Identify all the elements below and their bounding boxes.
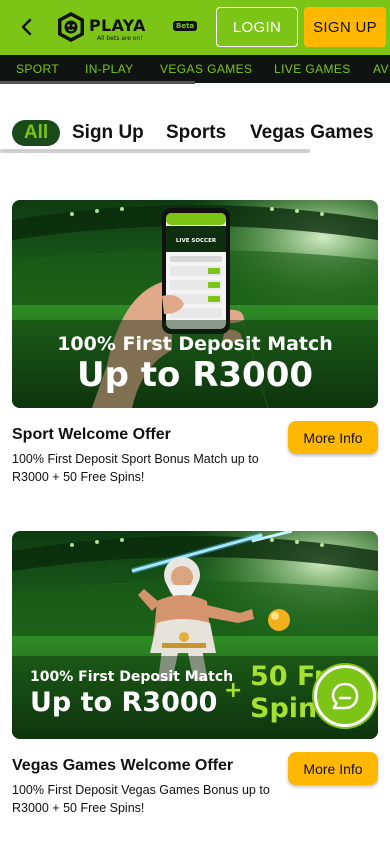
back-button[interactable] (14, 14, 40, 40)
sport-offer-banner[interactable]: LIVE SOCCER 100% First Deposit Match Up … (12, 200, 378, 408)
sport-more-info-button[interactable]: More Info (288, 421, 378, 454)
vegas-offer-title: Vegas Games Welcome Offer (12, 757, 234, 774)
phone-image: LIVE SOCCER (162, 208, 230, 334)
chat-bubble-icon (331, 682, 359, 710)
beta-badge: Beta (173, 21, 198, 31)
signup-button[interactable]: SIGN UP (304, 7, 386, 47)
nav-item-live-games[interactable]: LIVE GAMES (274, 62, 351, 76)
login-button[interactable]: LOGIN (216, 7, 298, 47)
nav-item-sport[interactable]: SPORT (16, 62, 59, 76)
playa-logo[interactable]: PLAYA Beta All bets are on! (55, 10, 198, 44)
vegas-offer-description: 100% First Deposit Vegas Games Bonus up … (12, 783, 270, 815)
nav-scrollbar[interactable] (0, 81, 195, 84)
sport-offer-description: 100% First Deposit Sport Bonus Match up … (12, 452, 259, 484)
live-chat-button[interactable] (314, 665, 376, 727)
vegas-banner-amount: Up to R3000 (30, 687, 217, 718)
nav-item-aviator[interactable]: AVI (373, 62, 390, 76)
sport-offer-title: Sport Welcome Offer (12, 426, 171, 443)
banner-headline: 100% First Deposit Match (57, 333, 333, 355)
promo-filter-tabs: All Sign Up Sports Vegas Games (0, 118, 390, 150)
phone-screen-text: LIVE SOCCER (176, 238, 217, 244)
app-header: PLAYA Beta All bets are on! LOGIN SIGN U… (0, 0, 390, 55)
vegas-more-info-button[interactable]: More Info (288, 752, 378, 785)
tab-sports[interactable]: Sports (166, 120, 226, 146)
logo-tagline: All bets are on! (97, 35, 143, 42)
tab-vegas-games[interactable]: Vegas Games (250, 120, 374, 146)
banner-amount: Up to R3000 (77, 355, 313, 395)
nav-item-vegas-games[interactable]: VEGAS GAMES (160, 62, 252, 76)
vegas-banner-plus: + (224, 678, 242, 703)
nav-item-in-play[interactable]: IN-PLAY (85, 62, 134, 76)
tabs-scrollbar[interactable] (0, 149, 310, 153)
vegas-banner-headline: 100% First Deposit Match (30, 669, 233, 685)
logo-wordmark: PLAYA (89, 16, 146, 35)
category-nav: SPORT IN-PLAY VEGAS GAMES LIVE GAMES AVI (0, 55, 390, 83)
chevron-left-icon (21, 18, 32, 36)
tab-all[interactable]: All (12, 120, 60, 146)
tab-sign-up[interactable]: Sign Up (72, 120, 144, 146)
lion-logo-icon (58, 12, 84, 42)
